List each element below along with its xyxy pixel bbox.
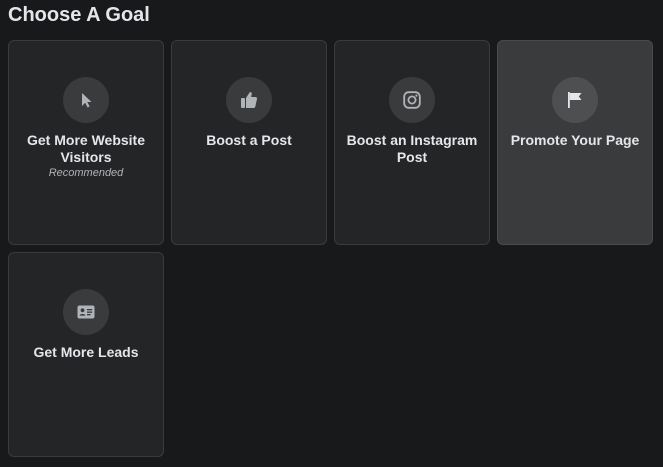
goal-icon-container: [63, 289, 109, 335]
recommended-label: Recommended: [48, 167, 124, 179]
goal-icon-container: [389, 77, 435, 123]
goal-title: Boost an Instagram Post: [346, 132, 478, 165]
thumbs-up-icon: [241, 92, 258, 108]
page-title: Choose A Goal: [8, 4, 150, 26]
goal-title: Get More Leads: [33, 344, 139, 360]
goal-card-boost-post[interactable]: Boost a Post: [171, 40, 327, 245]
goal-title: Boost a Post: [206, 132, 292, 148]
goal-card-get-leads[interactable]: Get More Leads: [8, 252, 164, 457]
goal-icon-container: [63, 77, 109, 123]
goal-icon-container: [226, 77, 272, 123]
goal-card-boost-instagram-post[interactable]: Boost an Instagram Post: [334, 40, 490, 245]
flag-icon: [568, 92, 582, 108]
goal-title: Promote Your Page: [510, 132, 640, 148]
goal-grid: Get More Website Visitors Recommended Bo…: [8, 40, 653, 457]
choose-goal-page: Choose A Goal Get More Website Visitors …: [0, 0, 663, 467]
goal-title: Get More Website Visitors: [27, 132, 145, 165]
contact-card-icon: [77, 305, 95, 319]
instagram-icon: [403, 91, 421, 109]
goal-icon-container: [552, 77, 598, 123]
goal-card-website-visitors[interactable]: Get More Website Visitors Recommended: [8, 40, 164, 245]
cursor-icon: [82, 93, 92, 108]
goal-card-promote-page[interactable]: Promote Your Page: [497, 40, 653, 245]
